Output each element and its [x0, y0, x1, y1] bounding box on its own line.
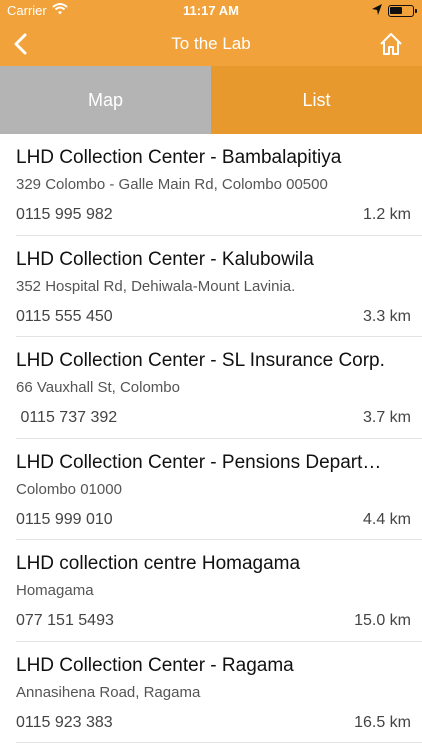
- lab-name: LHD Collection Center - Ragama: [16, 654, 294, 676]
- lab-name: LHD Collection Center - Kalubowila: [16, 248, 314, 270]
- status-bar: Carrier 11:17 AM: [0, 0, 422, 22]
- lab-phone: 0115 995 982: [16, 206, 113, 223]
- lab-distance: 3.7 km: [362, 409, 411, 426]
- lab-phone: 0115 737 392: [16, 409, 118, 426]
- lab-phone: 077 151 5493: [16, 612, 114, 629]
- tab-map[interactable]: Map: [0, 66, 211, 134]
- tab-map-label: Map: [87, 89, 123, 110]
- lab-distance: 16.5 km: [354, 713, 411, 731]
- lab-phone: 0115 923 383: [16, 713, 113, 731]
- lab-address: 352 Hospital Rd, Dehiwala-Mount Lavinia.: [16, 277, 296, 295]
- list-item[interactable]: LHD Collection Center - SL Insurance Cor…: [16, 337, 422, 439]
- lab-phone: 0115 555 450: [16, 307, 113, 325]
- view-mode-tabs: Map List: [0, 66, 422, 134]
- home-button[interactable]: [378, 31, 404, 57]
- lab-address: Colombo 01000: [16, 480, 122, 498]
- lab-name: LHD collection centre Homagama: [16, 553, 301, 574]
- tab-list[interactable]: List: [211, 66, 422, 134]
- home-icon: [380, 33, 402, 55]
- lab-address: 66 Vauxhall St, Colombo: [16, 379, 180, 396]
- lab-name: LHD Collection Center - SL Insurance Cor…: [16, 350, 385, 371]
- location-arrow-icon: [371, 3, 383, 20]
- list-item[interactable]: LHD collection centre Homagama Homagama …: [16, 540, 422, 642]
- navigation-bar: To the Lab: [0, 22, 422, 66]
- lab-phone: 0115 999 010: [16, 510, 113, 528]
- list-item[interactable]: LHD Collection Center - Ragama Annasihen…: [16, 642, 422, 743]
- list-item[interactable]: LHD Collection Center - Kalubowila 352 H…: [16, 236, 422, 337]
- lab-distance: 1.2 km: [362, 206, 411, 223]
- list-item[interactable]: LHD Collection Center - Bambalapitiya 32…: [16, 134, 422, 236]
- list-item[interactable]: LHD Collection Center - Pensions Depart……: [16, 439, 422, 540]
- tab-list-label: List: [302, 89, 331, 110]
- lab-name: LHD Collection Center - Bambalapitiya: [16, 147, 342, 168]
- page-title: To the Lab: [171, 34, 251, 53]
- lab-distance: 15.0 km: [354, 612, 411, 629]
- battery-icon: [388, 5, 417, 17]
- lab-distance: 3.3 km: [362, 307, 411, 325]
- lab-name: LHD Collection Center - Pensions Depart…: [16, 451, 382, 473]
- lab-address: Homagama: [16, 582, 94, 599]
- lab-address: 329 Colombo - Galle Main Rd, Colombo 005…: [16, 176, 328, 193]
- lab-distance: 4.4 km: [362, 510, 411, 528]
- lab-address: Annasihena Road, Ragama: [16, 683, 201, 701]
- lab-list: LHD Collection Center - Bambalapitiya 32…: [0, 134, 422, 743]
- clock: 11:17 AM: [183, 3, 239, 18]
